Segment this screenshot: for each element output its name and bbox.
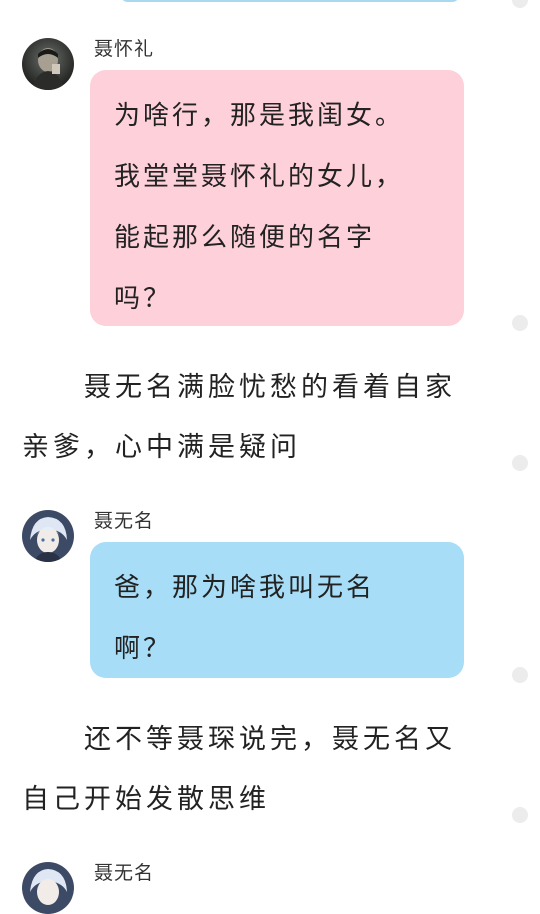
chat-story-view: 聂怀礼 为啥行，那是我闺女。 我堂堂聂怀礼的女儿， 能起那么随便的名字 吗？ 聂… <box>0 0 540 914</box>
speaker-name: 聂无名 <box>94 862 155 884</box>
narration-text: 还不等聂琛说完，聂无名又 自己开始发散思维 <box>22 710 482 830</box>
bubble-line: 我堂堂聂怀礼的女儿， <box>114 162 405 192</box>
narration-line: 亲爹，心中满是疑问 <box>22 432 301 463</box>
narration-line: 还不等聂琛说完，聂无名又 <box>84 724 456 755</box>
avatar-anime-boy-icon[interactable] <box>22 862 74 914</box>
narration-line: 自己开始发散思维 <box>22 784 270 815</box>
narration-line: 聂无名满脸忧愁的看着自家 <box>84 372 456 403</box>
bubble-line: 吗？ <box>114 284 173 314</box>
narration-text: 聂无名满脸忧愁的看着自家 亲爹，心中满是疑问 <box>22 358 482 478</box>
speaker-name: 聂无名 <box>94 510 155 532</box>
avatar-anime-boy-icon[interactable] <box>22 510 74 562</box>
bubble-line: 为啥行，那是我闺女。 <box>114 101 405 131</box>
bubble-line: 爸，那为啥我叫无名 <box>114 573 376 603</box>
scroll-dot <box>512 667 528 683</box>
scroll-dot <box>512 455 528 471</box>
scroll-dot <box>512 0 528 8</box>
previous-bubble-edge <box>120 0 460 2</box>
scroll-dot <box>512 807 528 823</box>
chat-bubble[interactable]: 爸，那为啥我叫无名 啊？ <box>90 542 464 678</box>
scroll-dot <box>512 315 528 331</box>
speaker-name: 聂怀礼 <box>94 38 155 60</box>
bubble-line: 啊？ <box>114 634 173 664</box>
avatar-man-photo-icon[interactable] <box>22 38 74 90</box>
chat-bubble[interactable]: 为啥行，那是我闺女。 我堂堂聂怀礼的女儿， 能起那么随便的名字 吗？ <box>90 70 464 326</box>
bubble-line: 能起那么随便的名字 <box>114 223 376 253</box>
